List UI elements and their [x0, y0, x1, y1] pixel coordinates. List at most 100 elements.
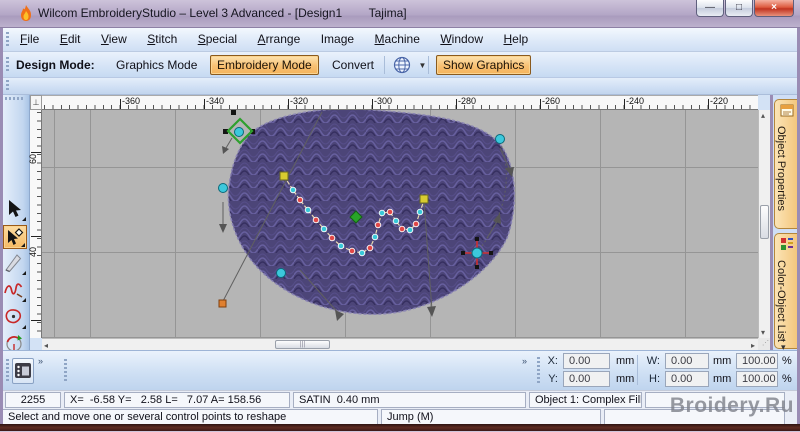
close-button[interactable]: ×: [754, 0, 794, 17]
h-label: H:: [649, 373, 660, 385]
convert-button[interactable]: Convert: [326, 56, 380, 74]
ruler-label: -360: [122, 96, 141, 106]
flyout-arrow-icon: [22, 298, 26, 302]
scale-x-unit: %: [782, 355, 792, 367]
separator: [637, 355, 638, 385]
stitch-player-button[interactable]: [12, 358, 34, 384]
site-watermark: Broidery.Ru: [669, 394, 794, 417]
ruler-label: 60: [28, 153, 39, 165]
w-input[interactable]: 0.00: [665, 353, 709, 369]
menu-window[interactable]: Window: [432, 28, 491, 46]
menu-edit[interactable]: Edit: [52, 28, 89, 46]
film-icon: [15, 363, 31, 378]
stitch-type-info: SATIN 0.40 mm: [293, 392, 526, 408]
knife-tool[interactable]: [3, 252, 27, 276]
flyout-arrow-icon: [22, 325, 26, 329]
window-left-edge: [0, 28, 3, 424]
menu-special[interactable]: Special: [190, 28, 245, 46]
selected-object-info: Object 1: Complex Fill: [529, 392, 642, 408]
menu-help[interactable]: Help: [495, 28, 536, 46]
toolbar-grip[interactable]: [6, 359, 9, 383]
show-graphics-button[interactable]: Show Graphics: [436, 55, 532, 75]
ruler-label: 40: [28, 246, 39, 258]
toolbar-grip[interactable]: [5, 97, 23, 100]
w-label: W:: [646, 355, 660, 367]
flyout-arrow-icon: [22, 271, 26, 275]
graphics-mode-button[interactable]: Graphics Mode: [110, 56, 203, 74]
tab-label: Color-Object List: [775, 260, 787, 342]
status-hint: Select and move one or several control p…: [2, 409, 378, 425]
flyout-arrow-icon: [22, 217, 26, 221]
ruler-label: -320: [290, 96, 309, 106]
ruler-origin-box[interactable]: ⊥: [30, 95, 42, 110]
reshape-object-tool[interactable]: [3, 225, 27, 249]
menu-arrange[interactable]: Arrange: [250, 28, 309, 46]
restore-button[interactable]: □: [725, 0, 753, 17]
dropdown-arrow-icon: ▼: [418, 61, 427, 70]
title-bar[interactable]: Wilcom EmbroideryStudio – Level 3 Advanc…: [0, 0, 800, 28]
embroidery-design-svg: [218, 108, 516, 321]
embroidery-object[interactable]: [227, 108, 516, 315]
app-flame-icon: [21, 5, 31, 21]
scroll-up-icon[interactable]: ▴: [761, 111, 765, 120]
w-unit: mm: [713, 355, 732, 367]
scale-x-input[interactable]: 100.00: [736, 353, 778, 369]
closed-object-tool[interactable]: [3, 306, 27, 330]
menu-view[interactable]: View: [93, 28, 135, 46]
color-object-list-icon: [780, 238, 793, 250]
ruler-label: -280: [458, 96, 477, 106]
horizontal-scroll-thumb[interactable]: |||: [275, 340, 330, 349]
toolbar-grip[interactable]: [64, 359, 67, 383]
menu-stitch[interactable]: Stitch: [139, 28, 185, 46]
embroidery-mode-button[interactable]: Embroidery Mode: [210, 55, 319, 75]
globe-icon: [393, 56, 411, 74]
window-title: Wilcom EmbroideryStudio – Level 3 Advanc…: [38, 6, 407, 20]
menu-file[interactable]: File: [12, 28, 47, 46]
horizontal-ruler: -360 -340 -320 -300 -280 -260 -240 -220: [42, 95, 758, 110]
select-object-tool[interactable]: [3, 198, 27, 222]
tab-color-object-list[interactable]: Color-Object List: [774, 233, 799, 349]
current-function: Jump (M): [381, 409, 601, 425]
tab-object-properties[interactable]: Object Properties: [774, 99, 799, 229]
freehand-embroidery-tool[interactable]: [3, 279, 27, 303]
scroll-left-icon[interactable]: ◂: [44, 341, 48, 350]
design-canvas[interactable]: [42, 108, 758, 338]
pointer-coordinates: X= -6.58 Y= 2.58 L= 7.07 A= 158.56: [64, 392, 290, 408]
entry-point-node[interactable]: [218, 299, 227, 308]
ruler-label: -240: [626, 96, 645, 106]
menu-image[interactable]: Image: [313, 28, 362, 46]
bottom-toolbar: » Colorway 1 ▼ ▼ » X: 0.00 mm W: 0.00 mm…: [0, 350, 800, 390]
design-mode-toolbar: Design Mode: Graphics Mode Embroidery Mo…: [0, 52, 800, 78]
scroll-right-icon[interactable]: ▸: [751, 341, 755, 350]
vertical-scrollbar[interactable]: ▴ ▾: [758, 110, 770, 338]
scroll-down-icon[interactable]: ▾: [761, 328, 765, 337]
hoop-globe-button[interactable]: ▼: [392, 55, 426, 80]
toolbar-grip[interactable]: [6, 32, 9, 48]
menu-machine[interactable]: Machine: [367, 28, 428, 46]
flyout-arrow-icon: [21, 243, 25, 247]
separator: [428, 56, 429, 74]
scale-y-input[interactable]: 100.00: [736, 371, 778, 387]
resize-grip[interactable]: ⋰: [758, 338, 770, 350]
y-input[interactable]: 0.00: [563, 371, 610, 387]
ruler-label: -300: [374, 96, 393, 106]
scale-y-unit: %: [782, 373, 792, 385]
stitch-count: 2255: [5, 392, 61, 408]
y-unit: mm: [616, 373, 635, 385]
toolbar-grip[interactable]: [6, 80, 9, 92]
x-label: X:: [547, 355, 558, 367]
y-label: Y:: [548, 373, 558, 385]
toolbar-overflow-icon[interactable]: »: [38, 356, 43, 366]
horizontal-scrollbar[interactable]: ◂ ||| ▸: [42, 338, 758, 350]
ruler-label: -220: [710, 96, 729, 106]
vertical-scroll-thumb[interactable]: [760, 205, 769, 239]
object-properties-icon: [780, 104, 793, 117]
window-bottom-edge: [0, 424, 800, 432]
h-input[interactable]: 0.00: [665, 371, 709, 387]
ruler-label: -260: [542, 96, 561, 106]
toolbar-grip[interactable]: [6, 57, 9, 73]
minimize-button[interactable]: —: [696, 0, 724, 17]
x-input[interactable]: 0.00: [563, 353, 610, 369]
toolbar-overflow-icon[interactable]: »: [522, 356, 527, 366]
application-window: Wilcom EmbroideryStudio – Level 3 Advanc…: [0, 0, 800, 432]
